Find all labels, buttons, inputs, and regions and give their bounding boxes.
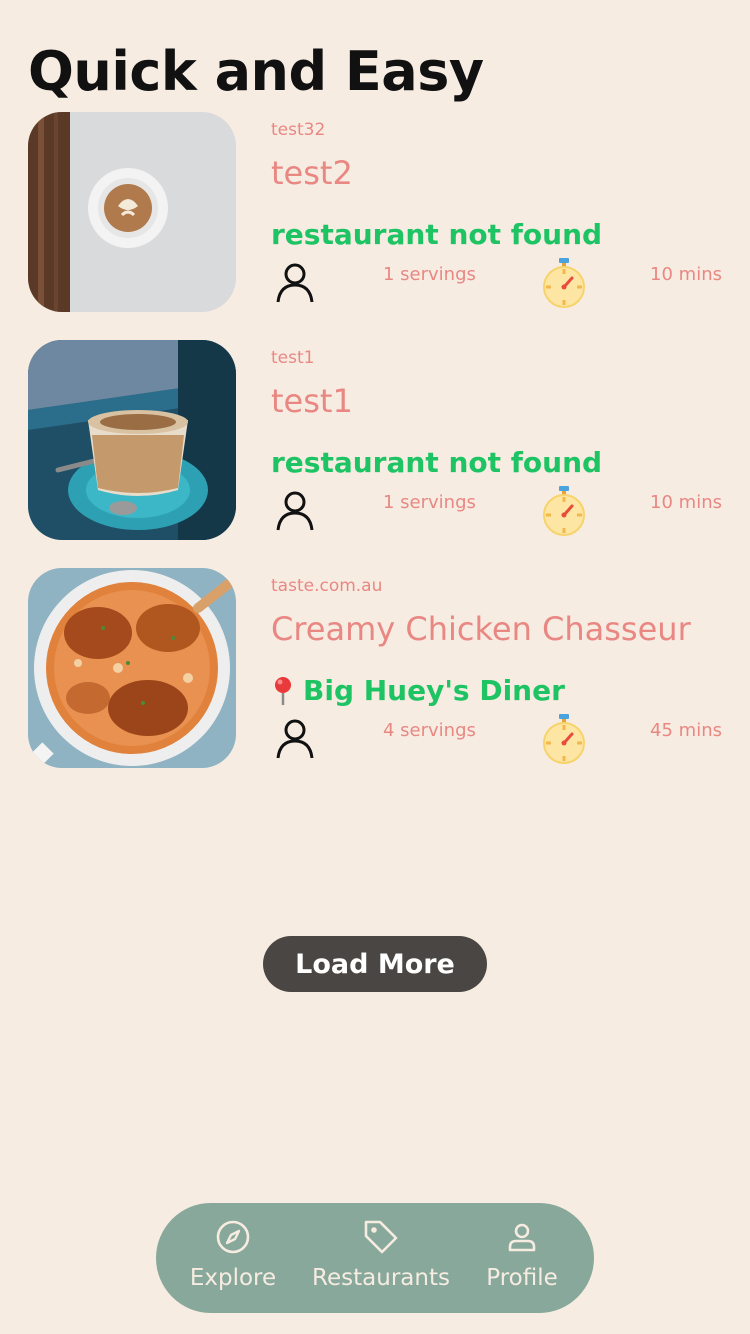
load-more-button[interactable]: Load More xyxy=(263,936,487,992)
pin-icon xyxy=(271,676,295,706)
recipe-image xyxy=(28,568,236,768)
recipe-title[interactable]: test2 xyxy=(271,154,353,192)
page-title: Quick and Easy xyxy=(28,40,484,103)
servings-count: 4 servings xyxy=(383,720,476,741)
servings-count: 1 servings xyxy=(383,492,476,513)
recipe-title[interactable]: test1 xyxy=(271,382,353,420)
nav-item-restaurants[interactable]: Restaurants xyxy=(310,1217,452,1303)
nav-item-explore[interactable]: Explore xyxy=(189,1217,277,1303)
compass-icon xyxy=(215,1217,251,1257)
recipe-meta: 1 servings 10 mins xyxy=(271,486,722,536)
stopwatch-icon xyxy=(543,486,585,536)
recipe-card[interactable]: taste.com.au Creamy Chicken Chasseur Big… xyxy=(28,568,728,768)
recipe-meta: 4 servings 45 mins xyxy=(271,714,722,764)
nav-label: Profile xyxy=(486,1265,558,1291)
restaurant-label: restaurant not found xyxy=(271,218,603,251)
bottom-nav: Explore Restaurants Profile xyxy=(156,1203,594,1313)
nav-item-profile[interactable]: Profile xyxy=(484,1217,560,1303)
person-icon xyxy=(276,719,314,759)
cook-time: 45 mins xyxy=(650,720,722,741)
person-icon xyxy=(505,1217,539,1257)
restaurant-label: Big Huey's Diner xyxy=(303,674,565,707)
nav-label: Explore xyxy=(189,1265,277,1291)
restaurant-label: restaurant not found xyxy=(271,446,603,479)
stopwatch-icon xyxy=(543,714,585,764)
recipe-card[interactable]: test32 test2 restaurant not found 1 serv… xyxy=(28,112,728,312)
cook-time: 10 mins xyxy=(650,264,722,285)
nav-label: Restaurants xyxy=(312,1265,450,1291)
cook-time: 10 mins xyxy=(650,492,722,513)
restaurant-name[interactable]: Big Huey's Diner xyxy=(271,674,565,707)
restaurant-name: restaurant not found xyxy=(271,446,602,479)
recipe-source: test1 xyxy=(271,348,315,368)
servings-count: 1 servings xyxy=(383,264,476,285)
recipe-meta: 1 servings 10 mins xyxy=(271,258,722,308)
restaurant-name: restaurant not found xyxy=(271,218,602,251)
recipe-title[interactable]: Creamy Chicken Chasseur xyxy=(271,610,691,648)
stopwatch-icon xyxy=(543,258,585,308)
recipe-source: taste.com.au xyxy=(271,576,383,596)
person-icon xyxy=(276,491,314,531)
recipe-image xyxy=(28,340,236,540)
tag-icon xyxy=(362,1217,400,1257)
recipe-card[interactable]: test1 test1 restaurant not found 1 servi… xyxy=(28,340,728,540)
recipe-source: test32 xyxy=(271,120,326,140)
person-icon xyxy=(276,263,314,303)
recipe-image xyxy=(28,112,236,312)
